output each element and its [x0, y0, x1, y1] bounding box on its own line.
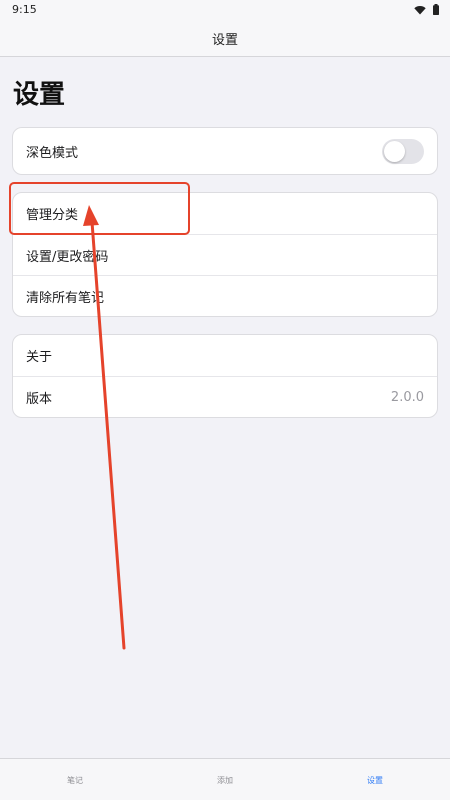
annotation-highlight-box [9, 182, 190, 235]
clear-notes-label: 清除所有笔记 [26, 290, 105, 306]
tab-notes-label: 笔记 [67, 776, 83, 785]
version-row: 版本 2.0.0 [13, 376, 437, 417]
display-group: 深色模式 [12, 127, 438, 175]
status-icons [414, 4, 439, 15]
status-time: 9:15 [12, 3, 37, 16]
version-value: 2.0.0 [390, 389, 424, 405]
about-row[interactable]: 关于 [13, 335, 437, 376]
nav-title: 设置 [211, 32, 238, 48]
toggle-knob [384, 140, 405, 162]
tab-notes[interactable]: 笔记 [0, 759, 150, 800]
tab-add[interactable]: 添加 [150, 759, 300, 800]
about-group: 关于 版本 2.0.0 [12, 334, 438, 418]
tab-bar: 笔记 添加 设置 [0, 758, 450, 800]
clear-notes-row[interactable]: 清除所有笔记 [13, 275, 437, 316]
battery-icon [433, 4, 439, 15]
page-title: 设置 [13, 80, 66, 110]
tab-settings[interactable]: 设置 [300, 759, 450, 800]
about-label: 关于 [26, 350, 53, 365]
settings-screen: 9:15 设置 设置 深色模式 管理分类 设置/更改密码 清除所有笔记 关于 版… [0, 0, 450, 800]
dark-mode-toggle[interactable] [382, 138, 424, 164]
dark-mode-row: 深色模式 [13, 128, 437, 174]
change-password-label: 设置/更改密码 [26, 249, 109, 265]
dark-mode-label: 深色模式 [26, 145, 79, 161]
wifi-icon [414, 5, 426, 14]
change-password-row[interactable]: 设置/更改密码 [13, 234, 437, 275]
version-label: 版本 [26, 391, 53, 407]
tab-add-label: 添加 [217, 776, 233, 785]
status-bar: 9:15 [0, 0, 450, 20]
tab-settings-label: 设置 [367, 776, 383, 785]
nav-bar: 设置 [0, 20, 450, 57]
